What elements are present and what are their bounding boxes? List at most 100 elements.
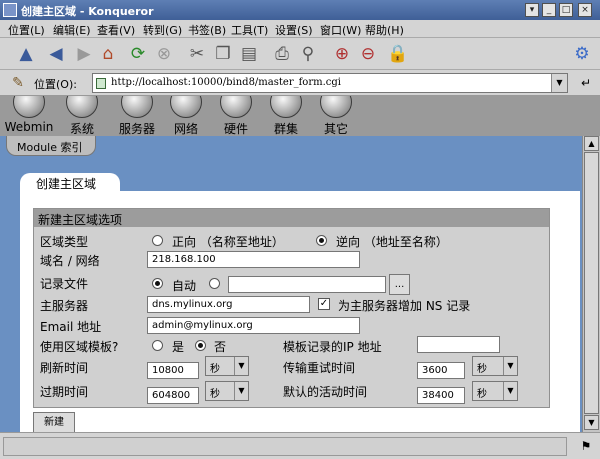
zone-forward-label: 正向 （名称至地址） bbox=[172, 235, 284, 249]
template-no-label: 否 bbox=[214, 340, 227, 354]
retry-unit-select[interactable]: 秒 ▼ bbox=[472, 356, 518, 376]
konqueror-gear-icon[interactable]: ⚙ bbox=[570, 42, 594, 66]
add-ns-checkbox[interactable]: ✓ bbox=[318, 298, 330, 310]
url-dropdown-icon[interactable]: ▼ bbox=[551, 74, 567, 92]
app-icon[interactable] bbox=[3, 3, 17, 17]
link-view-icon[interactable]: ⚑ bbox=[578, 438, 594, 454]
menu-view[interactable]: 查看(V) bbox=[97, 22, 135, 38]
find-icon[interactable]: ⚲ bbox=[296, 42, 320, 66]
category-label: 系统 bbox=[69, 122, 94, 136]
category-others[interactable]: 其它 bbox=[314, 96, 358, 136]
template-yes-label: 是 bbox=[172, 340, 185, 354]
create-button[interactable]: 新建 bbox=[33, 412, 75, 433]
master-server-label: 主服务器 bbox=[40, 299, 89, 313]
zone-reverse-radio[interactable] bbox=[316, 235, 327, 246]
zoom-in-icon[interactable]: ⊕ bbox=[330, 42, 354, 66]
default-ttl-unit-value: 秒 bbox=[477, 389, 487, 400]
category-network[interactable]: 网络 bbox=[164, 96, 208, 136]
url-text: http://localhost:10000/bind8/master_form… bbox=[111, 77, 341, 88]
template-no-radio[interactable] bbox=[195, 340, 206, 351]
minimize-icon[interactable]: _ bbox=[542, 3, 556, 17]
category-label: 群集 bbox=[273, 122, 298, 136]
stop-icon[interactable]: ⊗ bbox=[152, 42, 176, 66]
template-ip-input[interactable] bbox=[417, 336, 500, 353]
close-icon[interactable]: × bbox=[578, 3, 592, 17]
refresh-label: 刷新时间 bbox=[40, 361, 89, 375]
refresh-unit-select[interactable]: 秒 ▼ bbox=[205, 356, 249, 376]
category-icon bbox=[320, 96, 352, 118]
category-servers[interactable]: 服务器 bbox=[110, 96, 164, 136]
retry-label: 传输重试时间 bbox=[283, 361, 356, 375]
chevron-down-icon: ▼ bbox=[503, 357, 517, 375]
master-server-input[interactable]: dns.mylinux.org bbox=[147, 296, 310, 313]
scroll-up-icon[interactable]: ▲ bbox=[584, 136, 599, 151]
status-bar: ⚑ bbox=[0, 432, 600, 459]
location-bar: ✎ 位置(O): http://localhost:10000/bind8/ma… bbox=[0, 70, 600, 96]
category-icon bbox=[121, 96, 153, 118]
menu-tools[interactable]: 工具(T) bbox=[231, 22, 268, 38]
module-index-tab[interactable]: Module 索引 bbox=[6, 136, 96, 156]
forward-icon[interactable]: ▶ bbox=[72, 42, 96, 66]
title-bar: 创建主区域 - Konqueror ▾ _ □ × bbox=[0, 0, 600, 20]
clear-location-icon[interactable]: ✎ bbox=[6, 71, 30, 95]
expiry-input[interactable]: 604800 bbox=[147, 387, 199, 404]
category-label: 硬件 bbox=[223, 122, 248, 136]
security-lock-icon[interactable]: 🔒 bbox=[386, 42, 410, 66]
default-ttl-unit-select[interactable]: 秒 ▼ bbox=[472, 381, 518, 401]
home-icon[interactable]: ⌂ bbox=[96, 42, 120, 66]
zone-reverse-label: 逆向 （地址至名称） bbox=[336, 235, 448, 249]
expiry-unit-value: 秒 bbox=[210, 389, 220, 400]
zone-forward-radio[interactable] bbox=[152, 235, 163, 246]
domain-input[interactable]: 218.168.100 bbox=[147, 251, 360, 268]
category-icon bbox=[170, 96, 202, 118]
template-yes-radio[interactable] bbox=[152, 340, 163, 351]
url-input[interactable]: http://localhost:10000/bind8/master_form… bbox=[92, 73, 568, 93]
page-tab: 创建主区域 bbox=[20, 173, 120, 191]
chevron-down-icon: ▼ bbox=[234, 357, 248, 375]
category-label: Webmin bbox=[4, 120, 54, 134]
cut-icon[interactable]: ✂ bbox=[185, 42, 209, 66]
default-ttl-label: 默认的活动时间 bbox=[283, 385, 368, 399]
category-system[interactable]: 系统 bbox=[60, 96, 104, 136]
retry-unit-value: 秒 bbox=[477, 364, 487, 375]
expiry-unit-select[interactable]: 秒 ▼ bbox=[205, 381, 249, 401]
records-file-input[interactable] bbox=[228, 276, 386, 293]
category-webmin[interactable]: Webmin bbox=[4, 96, 54, 136]
retry-input[interactable]: 3600 bbox=[417, 362, 465, 379]
browse-button[interactable]: ... bbox=[389, 274, 410, 295]
records-auto-label: 自动 bbox=[172, 279, 197, 293]
print-icon[interactable]: ⎙ bbox=[270, 42, 294, 66]
copy-icon[interactable]: ❐ bbox=[211, 42, 235, 66]
menu-window[interactable]: 窗口(W) bbox=[320, 22, 361, 38]
menu-go[interactable]: 转到(G) bbox=[143, 22, 182, 38]
menu-location[interactable]: 位置(L) bbox=[8, 22, 45, 38]
zoom-out-icon[interactable]: ⊖ bbox=[356, 42, 380, 66]
menu-bookmarks[interactable]: 书签(B) bbox=[188, 22, 226, 38]
reload-icon[interactable]: ⟳ bbox=[126, 42, 150, 66]
scroll-down-icon[interactable]: ▼ bbox=[584, 415, 599, 430]
maximize-icon[interactable]: □ bbox=[559, 3, 573, 17]
up-icon[interactable]: ▲ bbox=[14, 42, 38, 66]
category-icon bbox=[66, 96, 98, 118]
status-text bbox=[3, 437, 567, 456]
paste-icon[interactable]: ▤ bbox=[237, 42, 261, 66]
category-cluster[interactable]: 群集 bbox=[264, 96, 308, 136]
menu-settings[interactable]: 设置(S) bbox=[275, 22, 313, 38]
go-icon[interactable]: ↵ bbox=[574, 71, 598, 95]
vertical-scrollbar[interactable]: ▲ ▼ bbox=[582, 136, 600, 432]
back-icon[interactable]: ◀ bbox=[44, 42, 68, 66]
menu-help[interactable]: 帮助(H) bbox=[365, 22, 404, 38]
domain-label: 域名 / 网络 bbox=[40, 254, 100, 268]
records-auto-radio[interactable] bbox=[152, 278, 163, 289]
page-icon bbox=[96, 78, 106, 89]
default-ttl-input[interactable]: 38400 bbox=[417, 387, 465, 404]
email-input[interactable]: admin@mylinux.org bbox=[147, 317, 360, 334]
window-menu-icon[interactable]: ▾ bbox=[525, 3, 539, 17]
email-label: Email 地址 bbox=[40, 320, 102, 334]
records-custom-radio[interactable] bbox=[209, 278, 220, 289]
category-hardware[interactable]: 硬件 bbox=[214, 96, 258, 136]
refresh-input[interactable]: 10800 bbox=[147, 362, 199, 379]
webmin-category-bar: Webmin 系统 服务器 网络 硬件 群集 其它 bbox=[0, 96, 600, 136]
menu-edit[interactable]: 编辑(E) bbox=[53, 22, 91, 38]
scroll-thumb[interactable] bbox=[584, 152, 599, 414]
